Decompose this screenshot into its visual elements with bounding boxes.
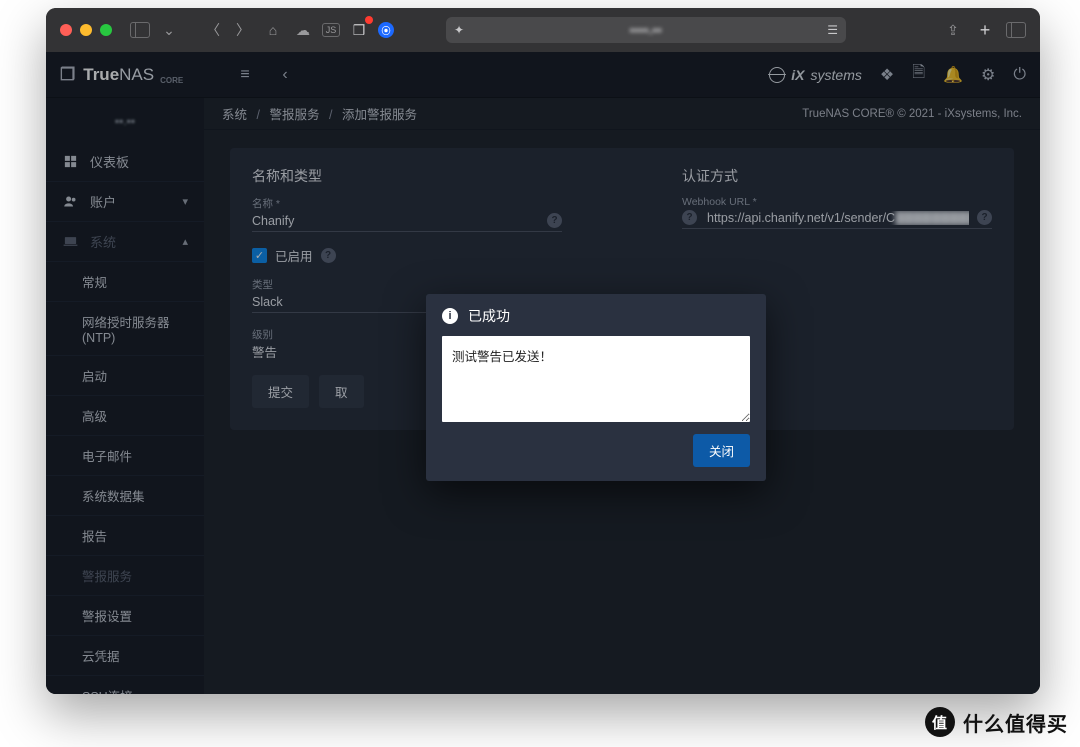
reader-icon[interactable]: ☰ [827, 23, 838, 37]
address-bar[interactable]: ✦ ▪▪▪▪.▪▪ ☰ [446, 17, 846, 43]
watermark: 值 什么值得买 [925, 707, 1068, 737]
close-button[interactable]: 关闭 [693, 434, 750, 467]
home-icon[interactable]: ⌂ [262, 19, 284, 41]
share-icon[interactable]: ⇪ [942, 19, 964, 41]
js-badge-icon[interactable]: JS [322, 23, 340, 37]
tabs-icon[interactable] [1006, 22, 1026, 38]
extension-cube-icon[interactable]: ❒ [348, 19, 370, 41]
sidebar-icon[interactable] [130, 22, 150, 38]
dialog-body[interactable]: 测试警告已发送！ [442, 336, 750, 422]
dropdown-icon[interactable]: ⌄ [158, 19, 180, 41]
info-icon: i [442, 308, 458, 324]
close-window-icon[interactable] [60, 24, 72, 36]
back-icon[interactable]: 〈 [202, 19, 224, 41]
cloud-icon[interactable]: ☁ [292, 19, 314, 41]
address-text: ▪▪▪▪.▪▪ [630, 23, 662, 37]
browser-window: ⌄ 〈 〉 ⌂ ☁ JS ❒ ⦿ ✦ ▪▪▪▪.▪▪ ☰ ⇪ + ❒ TrueN… [46, 8, 1040, 694]
site-settings-icon[interactable]: ✦ [454, 17, 464, 43]
window-controls [60, 24, 112, 36]
browser-toolbar: ⌄ 〈 〉 ⌂ ☁ JS ❒ ⦿ ✦ ▪▪▪▪.▪▪ ☰ ⇪ + [46, 8, 1040, 52]
minimize-window-icon[interactable] [80, 24, 92, 36]
watermark-icon: 值 [925, 707, 955, 737]
zoom-window-icon[interactable] [100, 24, 112, 36]
forward-icon[interactable]: 〉 [232, 19, 254, 41]
password-manager-icon[interactable]: ⦿ [378, 22, 394, 38]
dialog-title: 已成功 [468, 306, 510, 326]
watermark-text: 什么值得买 [963, 708, 1068, 737]
success-dialog: i 已成功 测试警告已发送！ 关闭 [426, 294, 766, 481]
new-tab-icon[interactable]: + [974, 19, 996, 41]
